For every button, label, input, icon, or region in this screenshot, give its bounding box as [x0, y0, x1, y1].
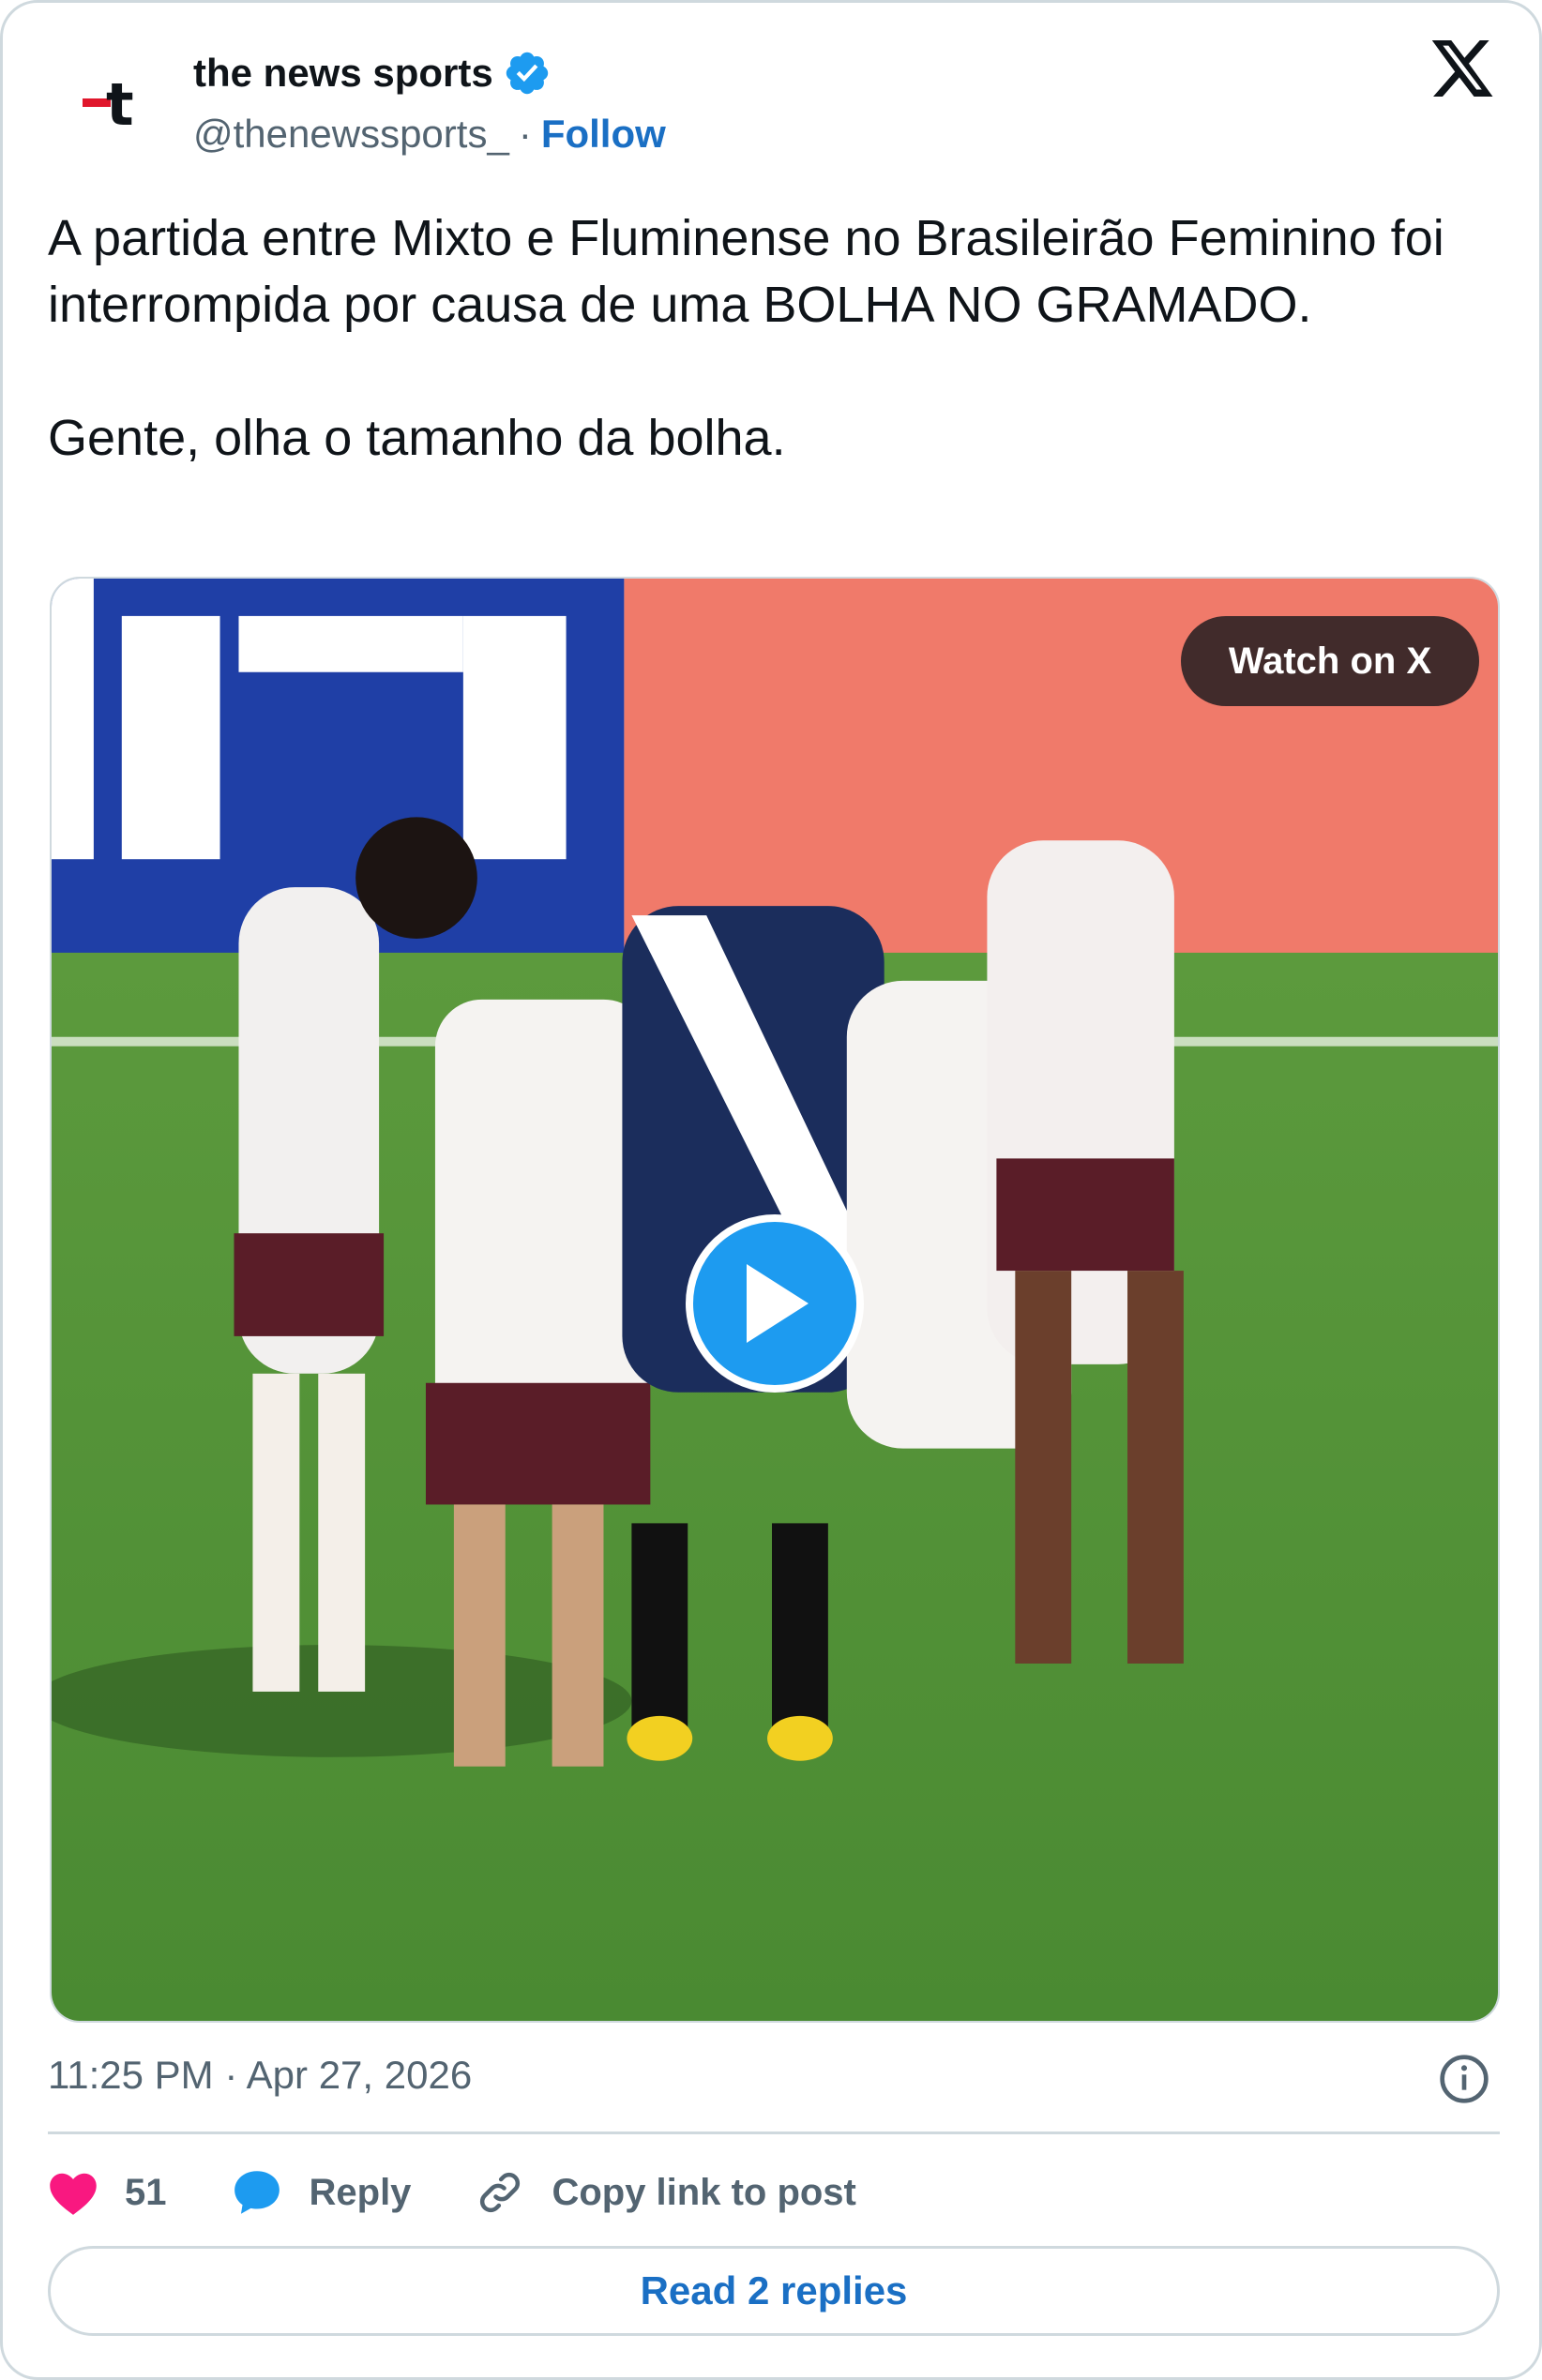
author-handle-row: @thenewssports_ · Follow: [193, 106, 666, 162]
info-icon[interactable]: [1438, 2053, 1490, 2105]
play-icon: [747, 1264, 809, 1343]
x-logo-icon[interactable]: [1429, 40, 1496, 102]
embedded-post-card: t the news sports @thenewssports_ · Foll…: [0, 0, 1542, 2380]
verified-badge-icon: [506, 52, 548, 95]
like-count: 51: [125, 2171, 167, 2213]
copy-link-label: Copy link to post: [552, 2171, 856, 2213]
author-name[interactable]: the news sports: [193, 51, 493, 96]
copy-link-button[interactable]: Copy link to post: [475, 2167, 856, 2218]
watch-on-x-button[interactable]: Watch on X: [1181, 616, 1479, 706]
post-timestamp[interactable]: 11:25 PM · Apr 27, 2026: [48, 2047, 472, 2103]
post-text: A partida entre Mixto e Fluminense no Br…: [48, 210, 1444, 466]
link-icon: [480, 2172, 521, 2213]
author-name-row: the news sports: [193, 45, 552, 101]
play-button[interactable]: [686, 1214, 864, 1393]
avatar-letter: t: [106, 70, 134, 139]
reply-bubble-icon: [234, 2171, 280, 2214]
action-bar: 51 Reply Copy link to post: [48, 2160, 920, 2225]
reply-button[interactable]: Reply: [231, 2169, 412, 2216]
read-replies-button[interactable]: Read 2 replies: [48, 2246, 1500, 2336]
heart-icon: [50, 2173, 97, 2215]
video-media[interactable]: Watch on X: [50, 577, 1500, 2023]
follow-button[interactable]: Follow: [541, 112, 666, 157]
separator-dot: ·: [518, 112, 532, 156]
author-handle[interactable]: @thenewssports_: [193, 112, 509, 157]
like-button[interactable]: 51: [48, 2169, 167, 2216]
reply-label: Reply: [309, 2171, 412, 2213]
divider: [48, 2131, 1500, 2134]
author-avatar[interactable]: t: [50, 48, 172, 170]
